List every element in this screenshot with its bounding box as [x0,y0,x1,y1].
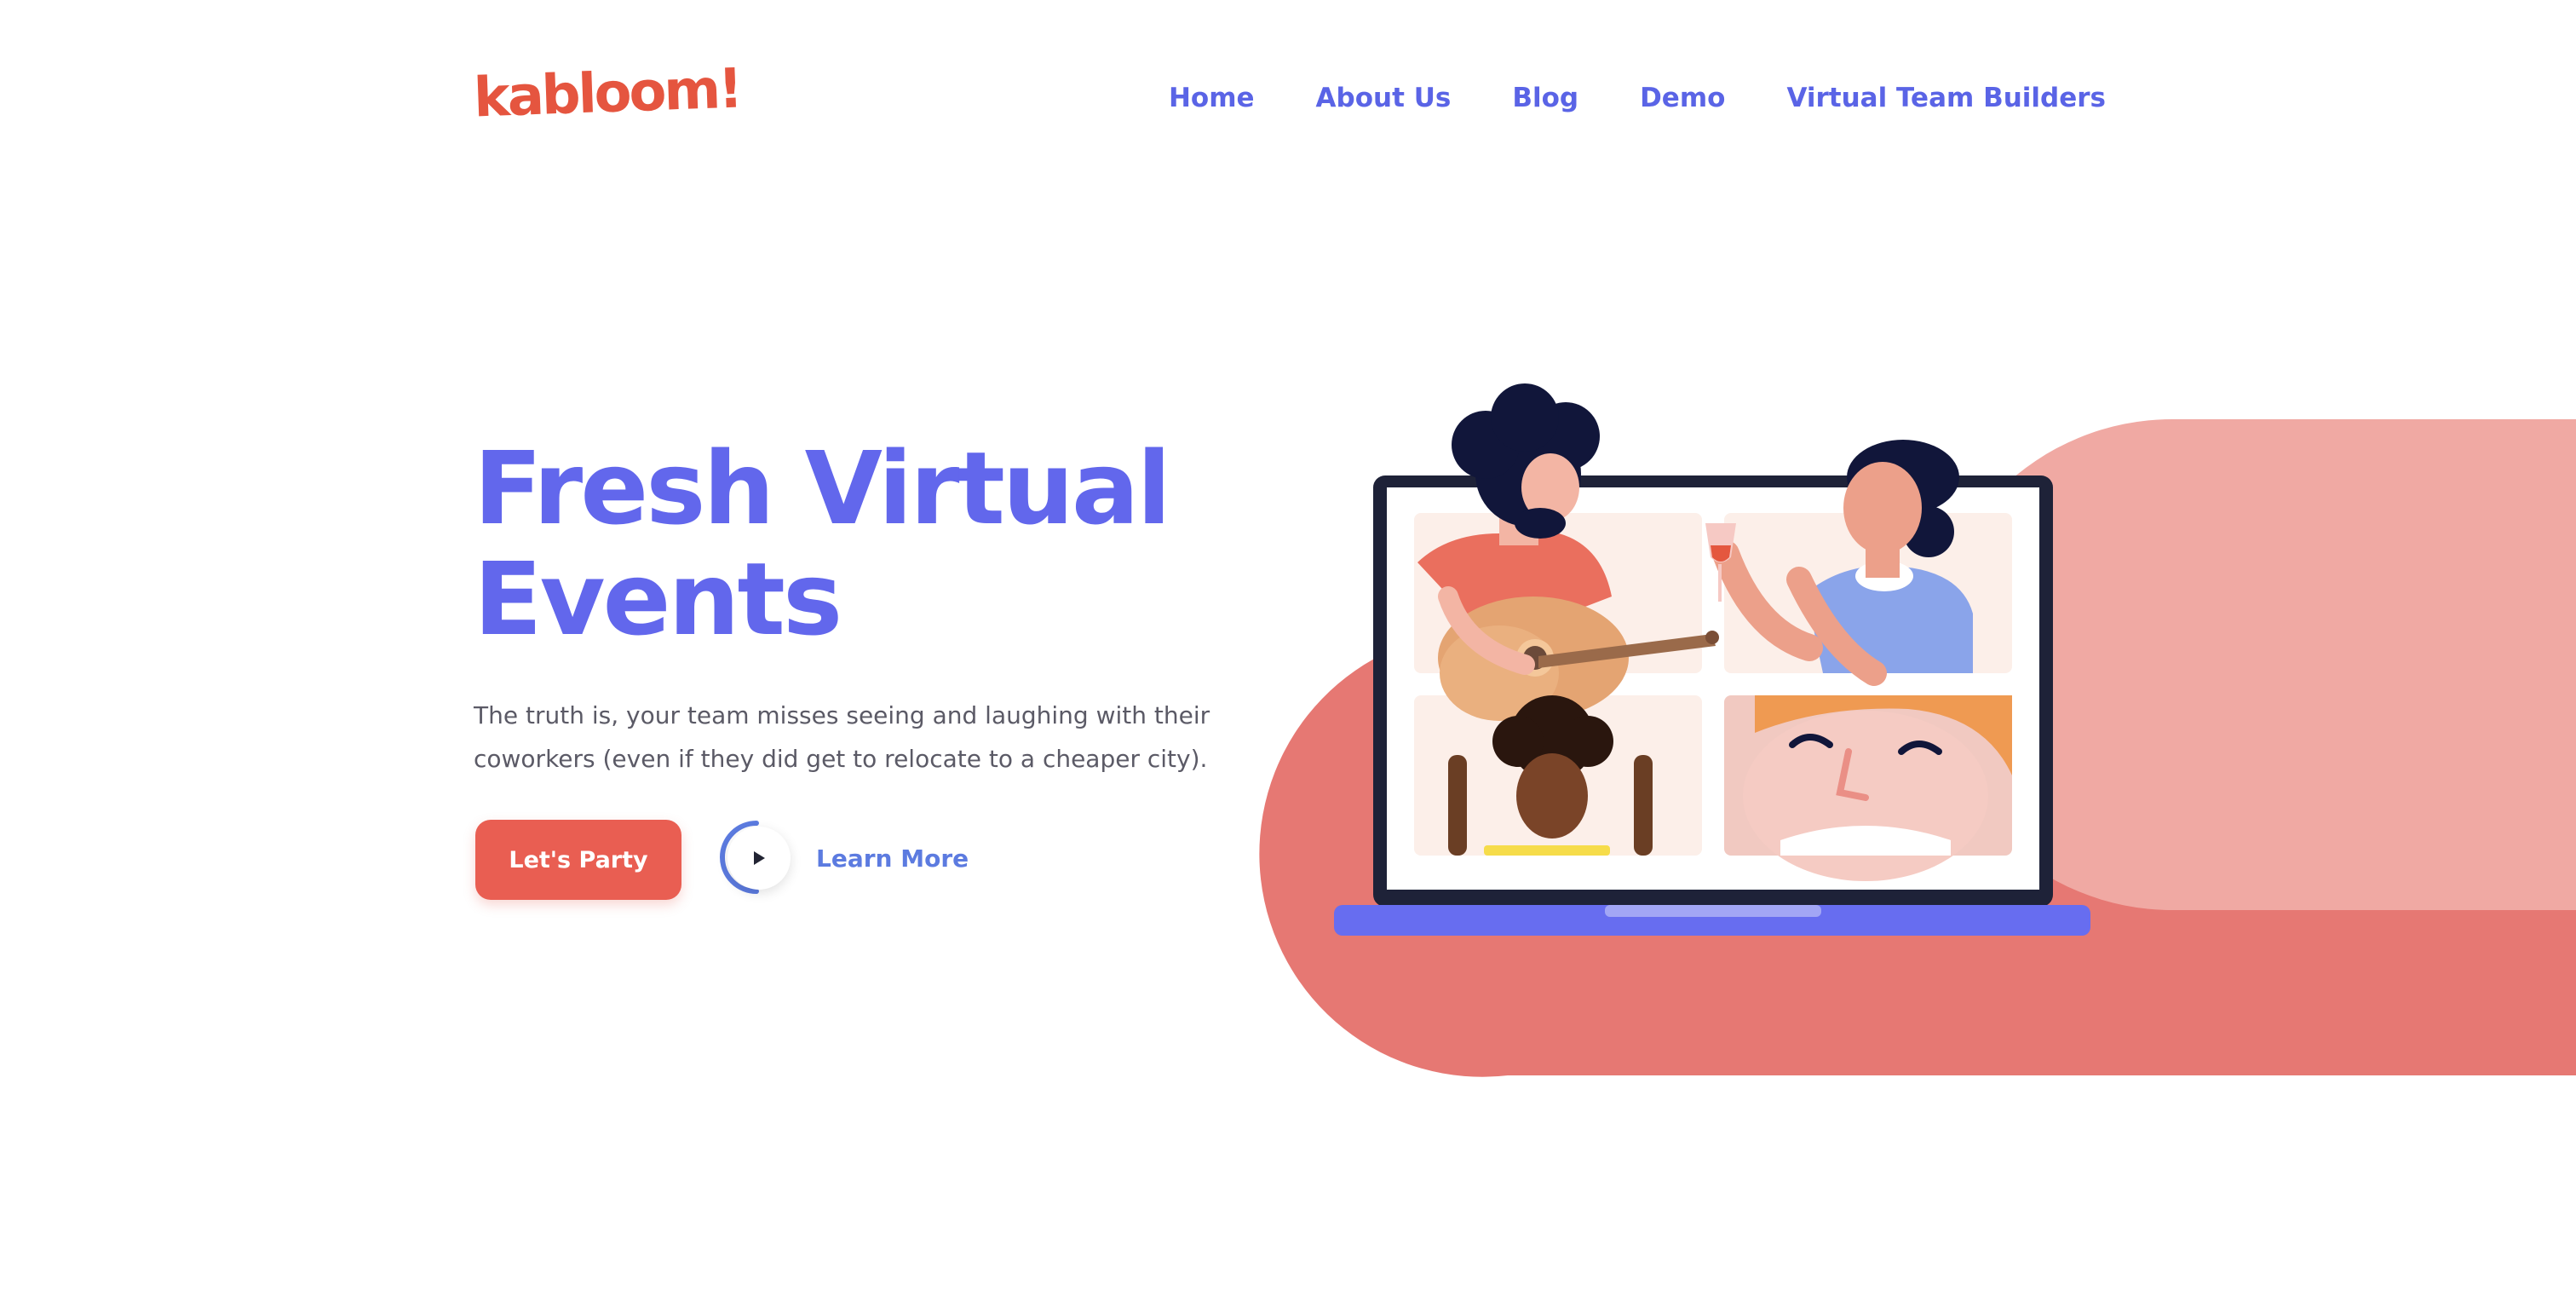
lets-party-button[interactable]: Let's Party [475,820,681,900]
hero-description-line-1: The truth is, your team misses seeing an… [474,701,1210,729]
hero-title: Fresh Virtual Events [474,429,1171,658]
hero-illustration [1259,383,2576,1077]
play-icon [754,851,765,865]
hero-title-line-1: Fresh Virtual [474,429,1171,547]
play-button[interactable] [727,827,791,890]
play-video-control[interactable] [719,820,794,895]
hero-description: The truth is, your team misses seeing an… [474,694,1325,781]
hero-description-line-2: coworkers (even if they did get to reloc… [474,745,1208,773]
learn-more-link[interactable]: Learn More [816,840,969,878]
hero-title-line-2: Events [474,540,842,658]
